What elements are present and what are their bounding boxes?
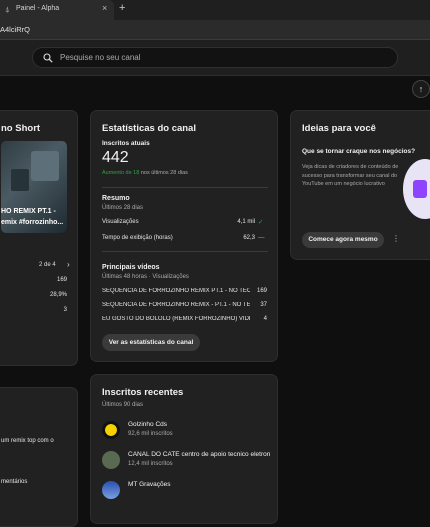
- comment-text: um remix top com o: [1, 438, 54, 444]
- address-text: A4lciRrQ: [0, 25, 31, 34]
- trend-up-icon: ✓: [258, 219, 264, 226]
- search-input[interactable]: Pesquise no seu canal: [32, 47, 398, 68]
- views-label: Visualizações: [102, 219, 139, 225]
- browser-tab-bar: ⍋ Painel - Alpha × +: [0, 0, 430, 20]
- avatar[interactable]: [102, 421, 120, 439]
- subscriber-3-name[interactable]: MT Gravações: [128, 481, 171, 488]
- stats-card-title: Estatísticas do canal: [102, 123, 196, 134]
- top-videos-title: Principais vídeos: [102, 264, 160, 271]
- short-pager: 2 de 4: [39, 262, 56, 268]
- recent-subscribers-card: Inscritos recentes Últimos 90 dias Golzi…: [90, 374, 278, 524]
- short-stat-views: 169: [56, 277, 67, 283]
- ideas-illustration: [403, 159, 430, 219]
- short-stat-rate: 28,9%: [49, 292, 67, 298]
- short-thumbnail[interactable]: HO REMIX PT.1 - emix #forrozinho...: [1, 141, 67, 233]
- tab-title: Painel - Alpha: [16, 5, 60, 12]
- subs-delta: Aumento de 18 nos últimos 28 dias: [102, 170, 188, 176]
- ideas-headline: Que se tornar craque nos negócios?: [302, 148, 416, 155]
- top-videos-period: Últimas 48 horas · Visualizações: [102, 274, 189, 280]
- subs-delta-rest: nos últimos 28 dias: [139, 170, 188, 176]
- subscriber-1-count: 92,6 mil inscritos: [128, 431, 173, 437]
- new-tab-button[interactable]: +: [119, 2, 125, 14]
- search-icon: [43, 53, 53, 63]
- summary-title: Resumo: [102, 195, 130, 202]
- watch-time-value: 62,3: [243, 235, 255, 241]
- avatar[interactable]: [102, 451, 120, 469]
- subscriber-2-name[interactable]: CANAL DO CATE centro de apoio tecnico el…: [128, 451, 270, 458]
- top-video-2-title[interactable]: SEQUÊNCIA DE FORROZINHO REMIX - PT.1 - N…: [102, 302, 250, 308]
- tab-close-icon[interactable]: ×: [102, 3, 107, 13]
- search-placeholder: Pesquise no seu canal: [60, 53, 141, 62]
- recent-subs-period: Últimos 90 dias: [102, 402, 144, 408]
- top-video-3-title[interactable]: EU GOSTO DO BOLOLO (REMIX FORROZINHO) VÍ…: [102, 316, 250, 322]
- address-bar[interactable]: A4lciRrQ: [0, 20, 430, 40]
- avatar[interactable]: [102, 481, 120, 499]
- studio-header: Pesquise no seu canal: [0, 40, 430, 76]
- thumb-figure: [31, 151, 59, 181]
- channel-stats-card: Estatísticas do canal Inscritos atuais 4…: [90, 110, 278, 362]
- start-now-button[interactable]: Comece agora mesmo: [302, 232, 384, 248]
- comments-card: um remix top com o mentários: [0, 387, 78, 527]
- watch-time-label: Tempo de exibição (horas): [102, 235, 173, 241]
- creator-logo-icon: [413, 180, 427, 198]
- short-stat-count: 3: [63, 307, 67, 313]
- thumb-caption-1: HO REMIX PT.1 -: [1, 208, 56, 215]
- browser-tab[interactable]: ⍋ Painel - Alpha ×: [0, 0, 114, 20]
- latest-short-card: no Short HO REMIX PT.1 - emix #forrozinh…: [0, 110, 78, 366]
- thumb-figure-2: [11, 169, 29, 191]
- more-options-icon[interactable]: ⋮: [392, 234, 400, 243]
- divider: [102, 187, 268, 188]
- views-value: 4,1 mil: [237, 219, 255, 225]
- top-video-3-views: 4: [263, 316, 267, 322]
- view-channel-analytics-button[interactable]: Ver as estatísticas do canal: [102, 334, 200, 351]
- thumb-caption-2: emix #forrozinho...: [1, 219, 64, 226]
- comments-link[interactable]: mentários: [1, 479, 27, 485]
- subscriber-2-count: 12,4 mil inscritos: [128, 461, 173, 467]
- subs-delta-green: Aumento de 18: [102, 170, 140, 176]
- recent-subs-title: Inscritos recentes: [102, 387, 184, 398]
- subscriber-1-name[interactable]: Golzinho Cds: [128, 421, 167, 428]
- trend-flat-icon: —: [258, 234, 265, 241]
- chevron-right-icon[interactable]: ›: [67, 260, 70, 269]
- top-video-1-views: 169: [256, 288, 267, 294]
- upload-icon[interactable]: ↑: [412, 80, 430, 98]
- ideas-card: Ideias para você Que se tornar craque no…: [290, 110, 430, 260]
- divider: [102, 251, 268, 252]
- subs-value: 442: [102, 149, 129, 166]
- top-video-1-title[interactable]: SEQUÊNCIA DE FORROZINHO REMIX PT.1 - NO …: [102, 288, 250, 294]
- short-card-title: no Short: [1, 123, 41, 134]
- subs-label: Inscritos atuais: [102, 140, 150, 147]
- ideas-body: Veja dicas de criadores de conteúdo de s…: [302, 164, 399, 187]
- top-video-2-views: 37: [260, 302, 267, 308]
- summary-period: Últimos 28 dias: [102, 205, 144, 211]
- ideas-title: Ideias para você: [302, 123, 376, 134]
- tab-favicon-icon: ⍋: [5, 5, 10, 14]
